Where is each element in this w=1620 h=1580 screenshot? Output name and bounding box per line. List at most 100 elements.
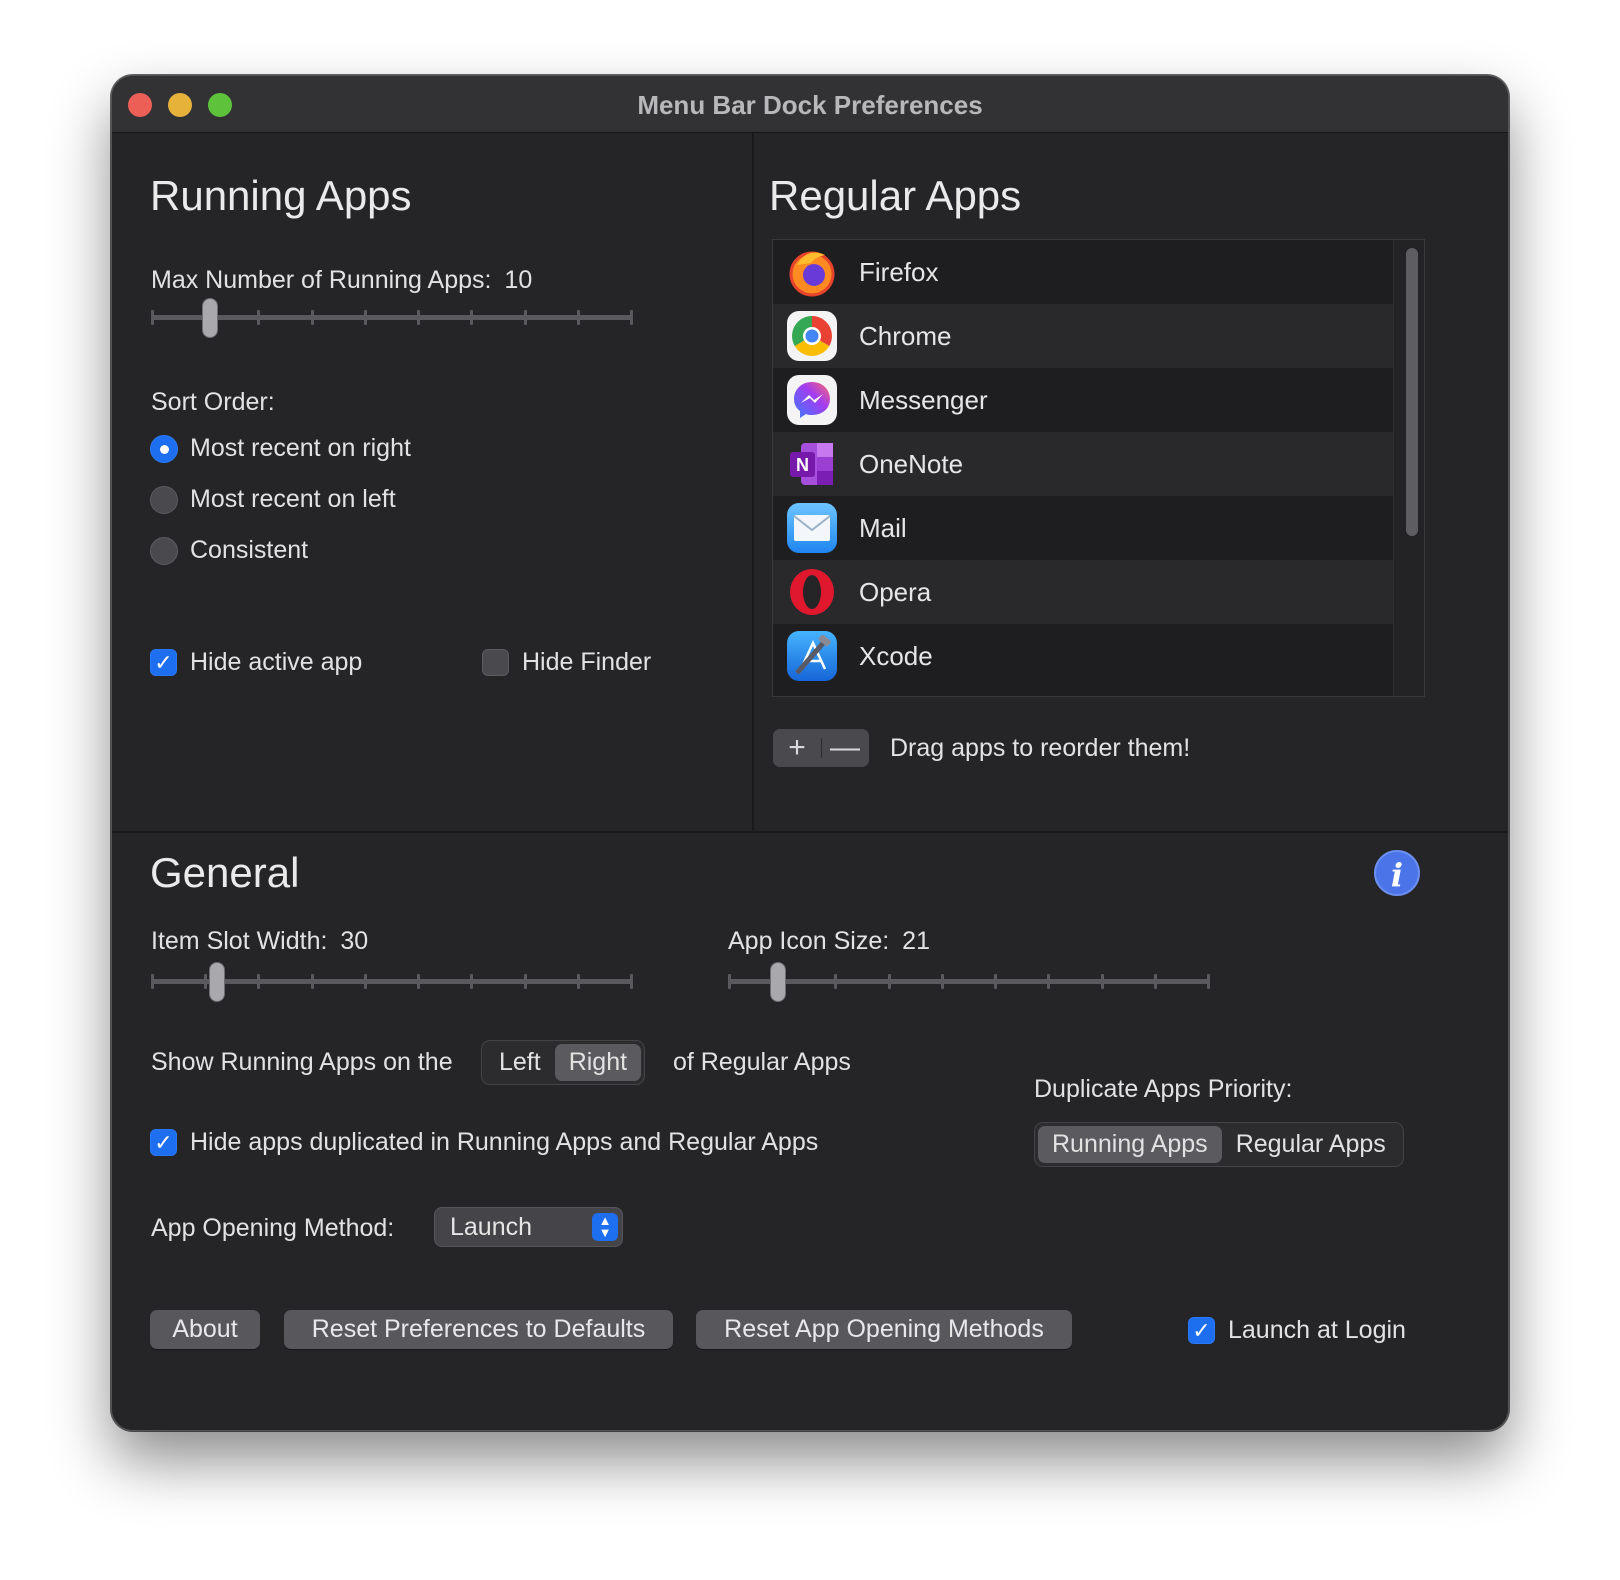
- preferences-window: Menu Bar Dock Preferences Running Apps M…: [111, 75, 1509, 1431]
- slider-track: [728, 979, 1210, 984]
- radio-button[interactable]: [150, 485, 178, 514]
- slider-tick: [257, 974, 261, 989]
- list-item[interactable]: N OneNote: [773, 432, 1395, 496]
- show-running-prefix: Show Running Apps on the: [151, 1048, 453, 1076]
- sort-most-recent-left-radio[interactable]: Most recent on left: [150, 485, 396, 514]
- running-apps-side-control: Left Right: [481, 1040, 646, 1085]
- item-slot-width-value: 30: [340, 927, 369, 955]
- sort-order-label: Sort Order:: [151, 388, 275, 416]
- slider-knob[interactable]: [209, 962, 226, 1002]
- slider-knob[interactable]: [202, 298, 219, 338]
- app-name: Mail: [859, 512, 907, 543]
- list-item[interactable]: Chrome: [773, 304, 1395, 368]
- firefox-icon: [787, 247, 837, 297]
- priority-regular-apps-option[interactable]: Regular Apps: [1222, 1126, 1400, 1163]
- slider-tick: [310, 974, 314, 989]
- slider-tick: [417, 974, 421, 989]
- checkbox-checked[interactable]: ✓: [150, 1129, 177, 1156]
- regular-apps-list[interactable]: Firefox Chrome Messenger N OneNote Mail …: [772, 239, 1425, 697]
- hide-duplicates-checkbox[interactable]: ✓ Hide apps duplicated in Running Apps a…: [150, 1128, 818, 1157]
- segment-separator: [821, 738, 822, 758]
- app-icon-size-slider[interactable]: [728, 962, 1210, 1002]
- slider-knob[interactable]: [769, 962, 786, 1002]
- hide-active-app-checkbox[interactable]: ✓ Hide active app: [150, 648, 362, 677]
- item-slot-width-label: Item Slot Width:: [151, 927, 328, 955]
- slider-tick: [470, 974, 474, 989]
- slider-tick: [151, 974, 154, 989]
- checkbox-checked[interactable]: ✓: [1188, 1317, 1215, 1344]
- checkbox-checked[interactable]: ✓: [150, 649, 177, 676]
- app-name: Messenger: [859, 384, 988, 415]
- app-name: OneNote: [859, 448, 964, 479]
- list-item[interactable]: Firefox: [773, 240, 1395, 304]
- xcode-icon: [787, 631, 837, 681]
- horizontal-divider: [112, 831, 1508, 833]
- launch-at-login-checkbox[interactable]: ✓ Launch at Login: [1188, 1316, 1406, 1345]
- radio-label: Most recent on left: [190, 485, 396, 513]
- priority-running-apps-option[interactable]: Running Apps: [1038, 1126, 1222, 1163]
- checkbox-unchecked[interactable]: [482, 649, 509, 676]
- reorder-hint: Drag apps to reorder them!: [890, 734, 1191, 762]
- slider-tick: [994, 974, 998, 989]
- list-item[interactable]: Mail: [773, 496, 1395, 560]
- vertical-divider: [752, 133, 754, 831]
- radio-button-selected[interactable]: [150, 434, 178, 463]
- radio-button[interactable]: [150, 536, 178, 565]
- slider-tick: [630, 310, 633, 325]
- reset-opening-methods-button[interactable]: Reset App Opening Methods: [696, 1310, 1072, 1349]
- list-item[interactable]: Messenger: [773, 368, 1395, 432]
- slider-tick: [1100, 974, 1104, 989]
- duplicate-priority-label: Duplicate Apps Priority:: [1034, 1075, 1293, 1103]
- opera-icon: [787, 567, 837, 617]
- about-button[interactable]: About: [150, 1310, 260, 1349]
- slider-tick: [1207, 974, 1210, 989]
- app-icon-size-row: App Icon Size: 21: [728, 927, 930, 956]
- slider-tick: [728, 974, 731, 989]
- sort-most-recent-right-radio[interactable]: Most recent on right: [150, 434, 411, 463]
- list-item[interactable]: Xcode: [773, 624, 1395, 688]
- item-slot-width-slider[interactable]: [151, 962, 633, 1002]
- app-name: Firefox: [859, 256, 939, 287]
- slider-tick: [887, 974, 891, 989]
- title-bar: Menu Bar Dock Preferences: [112, 76, 1508, 133]
- checkbox-label: Hide active app: [190, 648, 363, 676]
- list-scrollbar[interactable]: [1406, 248, 1418, 536]
- max-running-apps-slider[interactable]: [151, 298, 633, 338]
- max-running-apps-label: Max Number of Running Apps:: [151, 266, 492, 294]
- slider-track: [151, 315, 633, 320]
- checkbox-label: Launch at Login: [1228, 1316, 1406, 1344]
- slider-tick: [363, 310, 367, 325]
- messenger-icon: [787, 375, 837, 425]
- reset-preferences-button[interactable]: Reset Preferences to Defaults: [284, 1310, 673, 1349]
- list-scroll-gutter: [1393, 240, 1424, 696]
- slider-tick: [576, 310, 580, 325]
- radio-label: Most recent on right: [190, 434, 411, 462]
- list-item[interactable]: Opera: [773, 560, 1395, 624]
- onenote-icon: N: [787, 439, 837, 489]
- general-heading: General: [150, 849, 300, 896]
- slider-tick: [940, 974, 944, 989]
- side-left-option[interactable]: Left: [485, 1044, 555, 1081]
- add-app-button[interactable]: +: [773, 730, 821, 766]
- chrome-icon: [787, 311, 837, 361]
- info-button[interactable]: i: [1374, 850, 1420, 896]
- slider-tick: [470, 310, 474, 325]
- app-name: Chrome: [859, 320, 952, 351]
- app-name: Opera: [859, 576, 932, 607]
- sort-consistent-radio[interactable]: Consistent: [150, 536, 308, 565]
- radio-label: Consistent: [190, 536, 309, 564]
- opening-method-popup[interactable]: Launch ▲ ▼: [434, 1207, 623, 1247]
- side-right-option[interactable]: Right: [554, 1044, 642, 1081]
- checkbox-label: Hide apps duplicated in Running Apps and…: [190, 1128, 819, 1156]
- hide-finder-checkbox[interactable]: Hide Finder: [482, 648, 651, 677]
- slider-tick: [417, 310, 421, 325]
- slider-tick: [576, 974, 580, 989]
- slider-tick: [363, 974, 367, 989]
- add-remove-control: + —: [773, 729, 869, 767]
- item-slot-width-row: Item Slot Width: 30: [151, 927, 368, 956]
- slider-tick: [834, 974, 838, 989]
- slider-tick: [630, 974, 633, 989]
- remove-app-button[interactable]: —: [821, 730, 869, 766]
- up-down-chevron-icon: ▲ ▼: [592, 1213, 618, 1241]
- running-apps-heading: Running Apps: [150, 172, 412, 219]
